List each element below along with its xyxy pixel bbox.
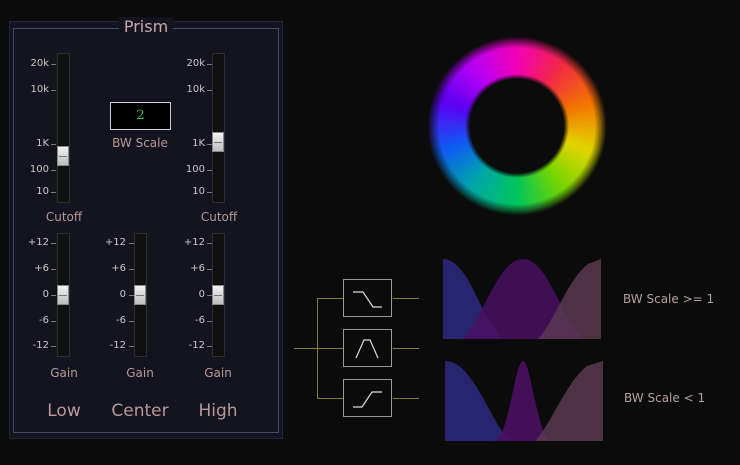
center-gain-tick-minus6: -6 (116, 315, 126, 326)
tick-mark (51, 192, 56, 193)
low-gain-label: Gain (50, 366, 78, 380)
high-cutoff-tick-1k: 1K (192, 138, 205, 149)
low-cutoff-tick-20k: 20k (30, 58, 49, 69)
response-plot-narrow (445, 361, 603, 441)
highpass-filter-icon (343, 379, 392, 417)
tick-mark (51, 346, 56, 347)
high-gain-tick-0: 0 (198, 289, 205, 300)
lowpass-output-wire (393, 298, 419, 299)
input-wire (294, 348, 318, 349)
bw-scale-label: BW Scale (112, 136, 168, 150)
bw-scale-ge-1-label: BW Scale >= 1 (623, 292, 715, 306)
bandpass-output-wire (393, 348, 419, 349)
slider-track[interactable] (57, 53, 70, 203)
low-cutoff-tick-100: 100 (29, 164, 49, 175)
high-gain-tick-plus6: +6 (190, 263, 205, 274)
high-cutoff-label: Cutoff (200, 210, 238, 224)
high-band-curve (535, 361, 603, 441)
tick-mark (51, 144, 56, 145)
low-gain-tick-plus12: +12 (27, 237, 49, 248)
tick-mark (51, 64, 56, 65)
bandpass-filter-icon (343, 329, 392, 367)
high-cutoff-tick-10k: 10k (186, 84, 205, 95)
slider-track[interactable] (212, 53, 225, 203)
high-gain-label: Gain (204, 366, 232, 380)
high-cutoff-tick-20k: 20k (186, 58, 205, 69)
tick-mark (51, 295, 56, 296)
low-gain-tick-0: 0 (42, 289, 49, 300)
wire-to-highpass (317, 398, 343, 399)
slider-thumb[interactable] (57, 285, 69, 305)
highpass-output-wire (393, 398, 419, 399)
low-cutoff-label: Cutoff (45, 210, 83, 224)
tick-mark (51, 170, 56, 171)
low-cutoff-tick-10k: 10k (30, 84, 49, 95)
center-gain-tick-minus12: -12 (109, 340, 126, 351)
high-cutoff-tick-100: 100 (185, 164, 205, 175)
slider-thumb[interactable] (212, 132, 224, 152)
high-gain-tick-minus12: -12 (188, 340, 205, 351)
band-label-low: Low (47, 401, 81, 421)
low-cutoff-tick-10: 10 (36, 186, 49, 197)
wire-to-lowpass (317, 298, 343, 299)
low-gain-tick-minus12: -12 (32, 340, 49, 351)
center-gain-tick-plus12: +12 (104, 237, 126, 248)
low-cutoff-tick-1k: 1K (36, 138, 49, 149)
spectrum-ring (427, 36, 607, 216)
band-label-high: High (198, 401, 238, 421)
band-label-center: Center (111, 401, 169, 421)
tick-mark (51, 321, 56, 322)
center-gain-label: Gain (126, 366, 154, 380)
slider-thumb[interactable] (212, 285, 224, 305)
prism-panel: Prism 20k 10k 1K 100 10 20k 10k 1K 100 1… (9, 17, 283, 439)
slider-thumb[interactable] (134, 285, 146, 305)
high-cutoff-tick-10: 10 (192, 186, 205, 197)
bw-scale-lt-1-label: BW Scale < 1 (624, 391, 706, 405)
low-gain-tick-plus6: +6 (34, 263, 49, 274)
low-band-curve (445, 361, 511, 441)
lowpass-filter-icon (343, 279, 392, 317)
wire-to-bandpass (317, 348, 343, 349)
slider-thumb[interactable] (57, 146, 69, 166)
panel-title: Prism (9, 17, 283, 36)
low-gain-tick-minus6: -6 (39, 315, 49, 326)
response-plot-wide (443, 259, 601, 339)
center-band-curve (495, 361, 551, 441)
tick-mark (51, 90, 56, 91)
high-gain-tick-minus6: -6 (195, 315, 205, 326)
center-gain-tick-0: 0 (119, 289, 126, 300)
bw-scale-input[interactable]: 2 (110, 102, 171, 130)
tick-mark (51, 269, 56, 270)
high-gain-tick-plus12: +12 (183, 237, 205, 248)
tick-mark (51, 243, 56, 244)
center-gain-tick-plus6: +6 (111, 263, 126, 274)
